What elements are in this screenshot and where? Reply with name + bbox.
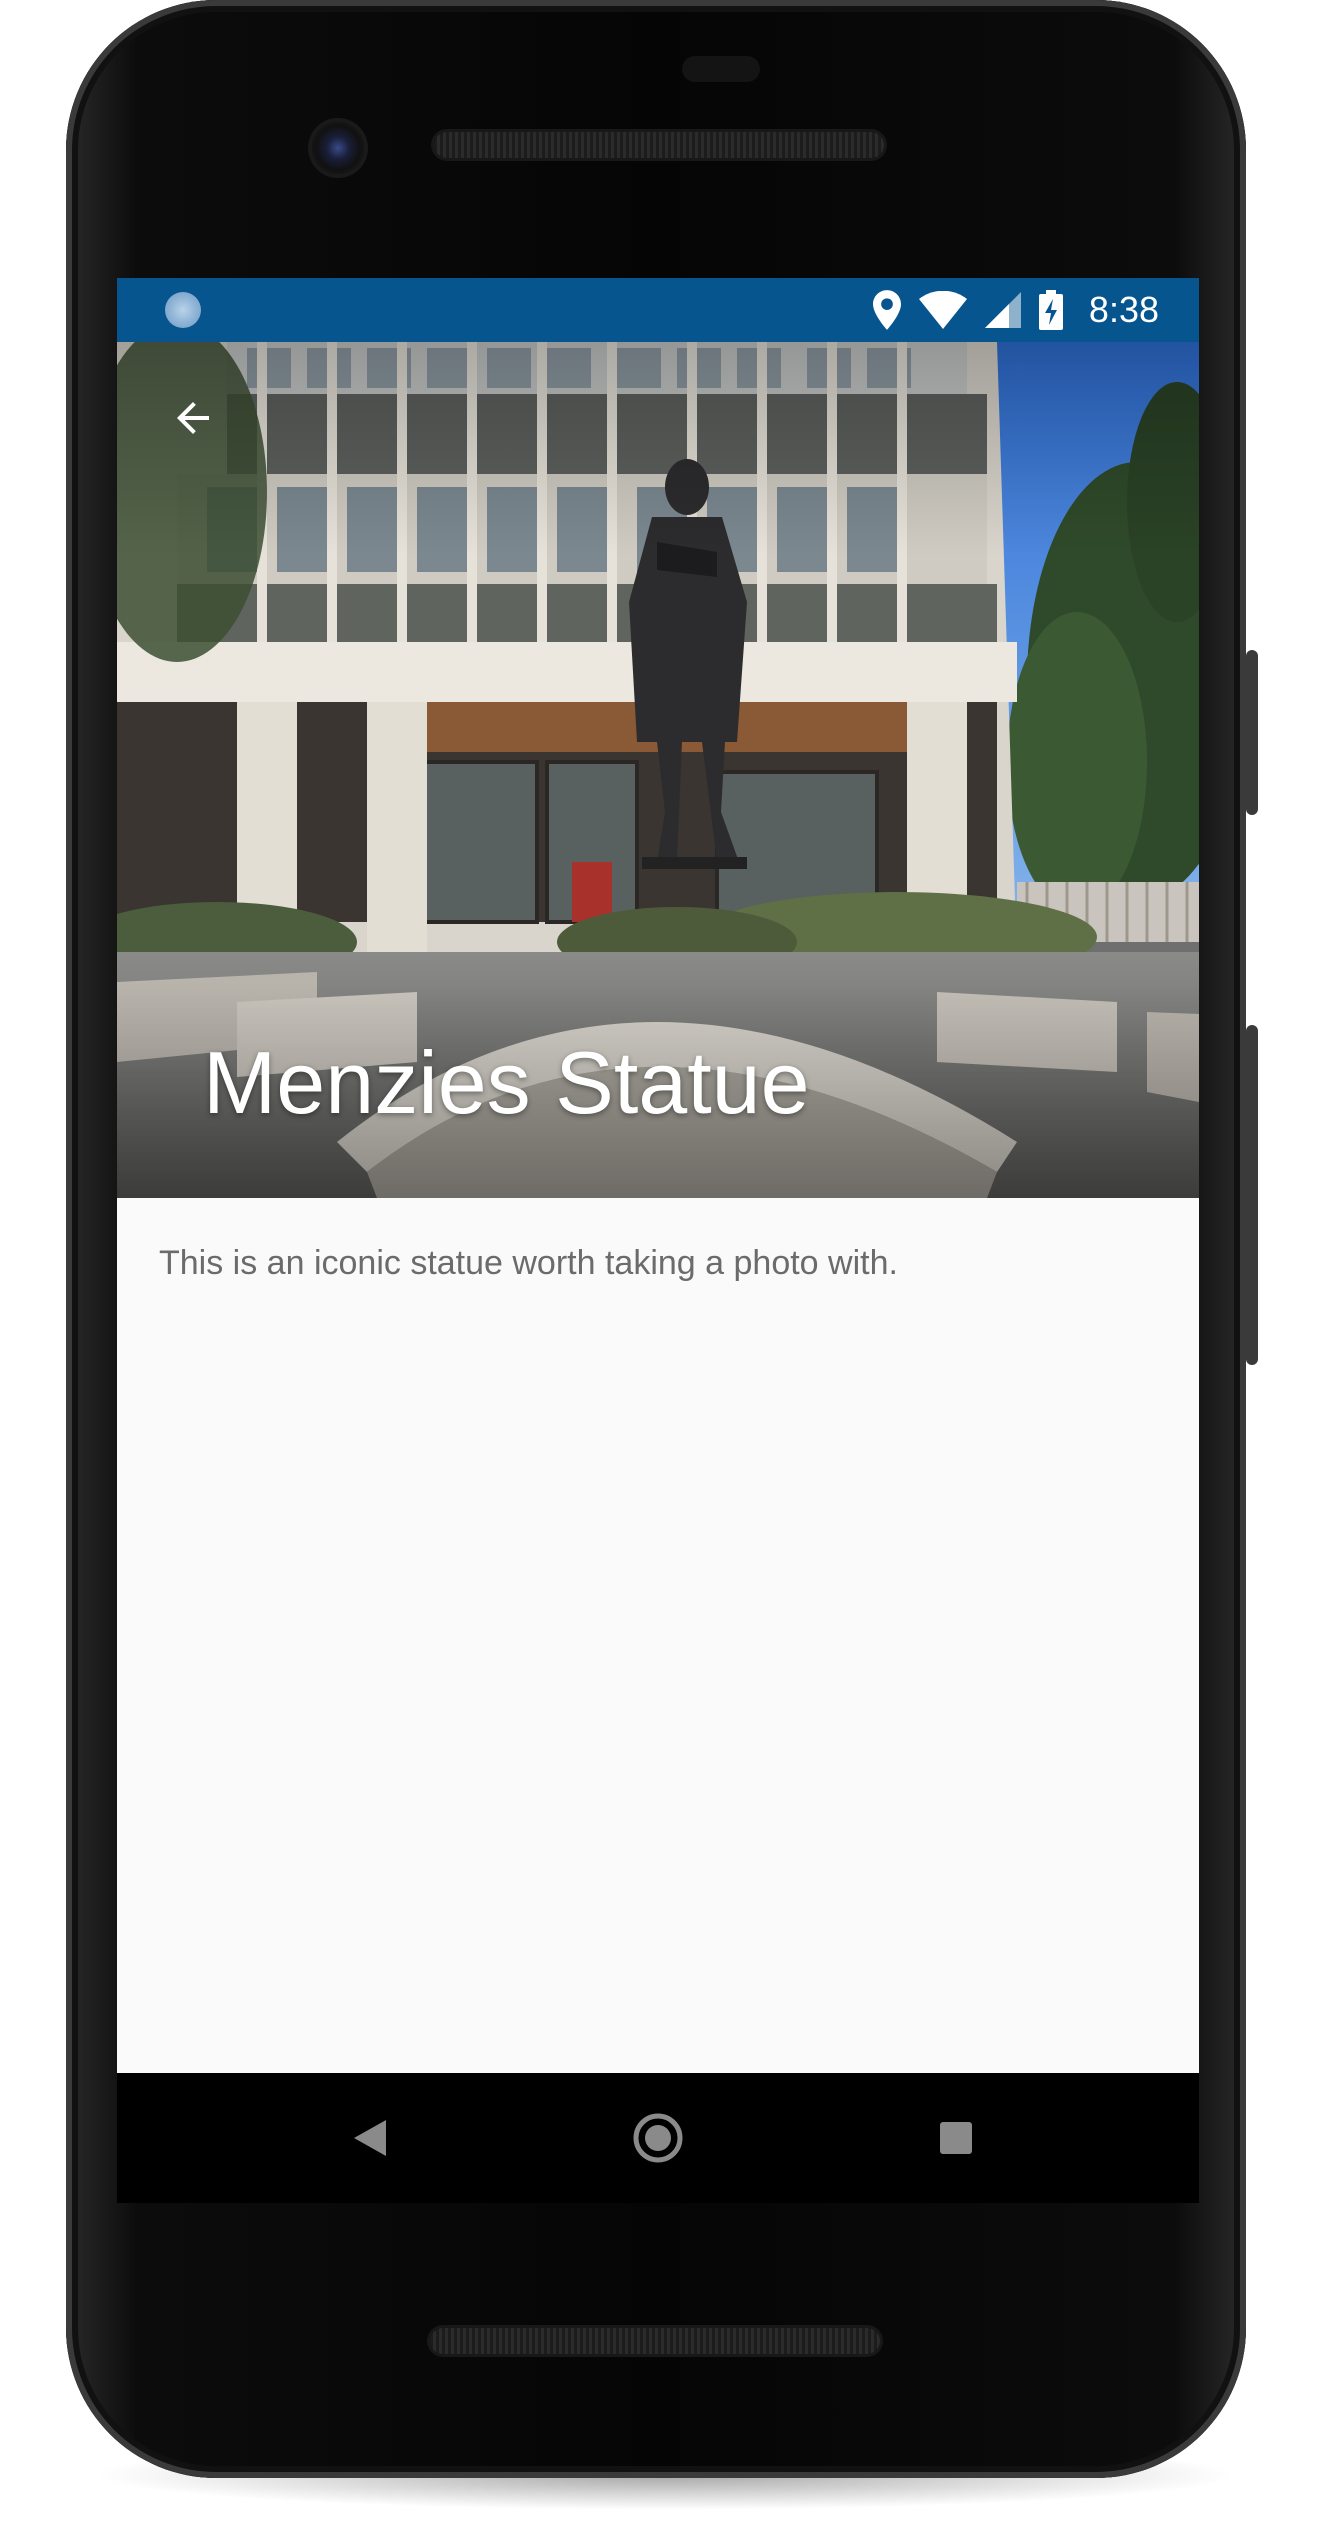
- app-screen: 8:38 Menzies Statue This is an iconic st…: [117, 278, 1199, 2073]
- wifi-icon: [918, 291, 967, 329]
- arrow-back-icon: [177, 402, 209, 434]
- place-description: This is an iconic statue worth taking a …: [159, 1244, 898, 1282]
- signal-icon: [984, 292, 1021, 328]
- status-icons: 8:38: [872, 278, 1159, 342]
- app-notification-icon: [165, 292, 201, 328]
- bottom-speaker-grille: [430, 2328, 880, 2354]
- front-camera: [312, 122, 364, 174]
- status-time: 8:38: [1088, 289, 1159, 330]
- back-triangle-icon: [354, 2120, 386, 2156]
- navigation-bar: [117, 2073, 1199, 2203]
- back-button[interactable]: [157, 382, 229, 454]
- top-speaker-grille: [434, 132, 884, 158]
- recents-square-icon: [940, 2122, 972, 2154]
- status-bar: 8:38: [117, 278, 1199, 342]
- battery-charging-icon: [1038, 290, 1063, 330]
- volume-button[interactable]: [1246, 1025, 1258, 1365]
- place-hero-image: Menzies Statue: [117, 342, 1199, 1198]
- nav-recents-button[interactable]: [921, 2103, 991, 2173]
- location-icon: [872, 290, 901, 330]
- earpiece-slot: [682, 56, 760, 82]
- power-button[interactable]: [1246, 650, 1258, 815]
- place-title: Menzies Statue: [203, 1033, 810, 1132]
- nav-home-button[interactable]: [623, 2103, 693, 2173]
- home-circle-icon: [633, 2113, 683, 2163]
- nav-back-button[interactable]: [335, 2103, 405, 2173]
